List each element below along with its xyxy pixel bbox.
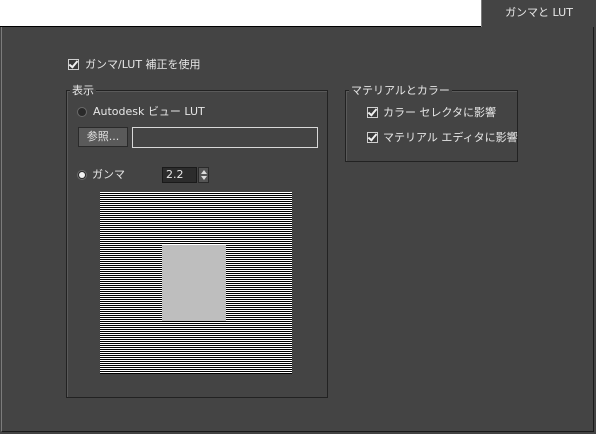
autodesk-lut-radio[interactable]	[77, 107, 87, 117]
display-group-title: 表示	[70, 84, 96, 97]
lut-path-field[interactable]	[132, 127, 318, 148]
materials-colors-group-title: マテリアルとカラー	[349, 84, 452, 97]
tab-gamma-lut[interactable]: ガンマと LUT	[481, 0, 596, 27]
enable-gamma-lut-label[interactable]: ガンマ/LUT 補正を使用	[85, 58, 201, 71]
gamma-reference-patch	[162, 245, 226, 321]
gamma-test-pattern	[100, 192, 292, 374]
gamma-spinner[interactable]	[198, 167, 209, 183]
gamma-radio[interactable]	[77, 170, 87, 180]
title-bar-area	[0, 0, 481, 26]
enable-gamma-lut-checkbox[interactable]	[68, 59, 79, 70]
spinner-up-icon[interactable]	[201, 170, 207, 174]
affect-material-editor-checkbox[interactable]	[367, 132, 378, 143]
affect-color-selector-checkbox[interactable]	[367, 107, 378, 118]
spinner-down-icon[interactable]	[201, 176, 207, 180]
gamma-label[interactable]: ガンマ	[92, 168, 125, 181]
autodesk-lut-label[interactable]: Autodesk ビュー LUT	[93, 105, 205, 118]
browse-button[interactable]: 参照...	[78, 127, 128, 147]
gamma-value-input[interactable]: 2.2	[162, 167, 197, 183]
affect-color-selector-label[interactable]: カラー セレクタに影響	[383, 106, 496, 119]
materials-colors-group	[345, 90, 518, 162]
affect-material-editor-label[interactable]: マテリアル エディタに影響	[383, 131, 518, 144]
